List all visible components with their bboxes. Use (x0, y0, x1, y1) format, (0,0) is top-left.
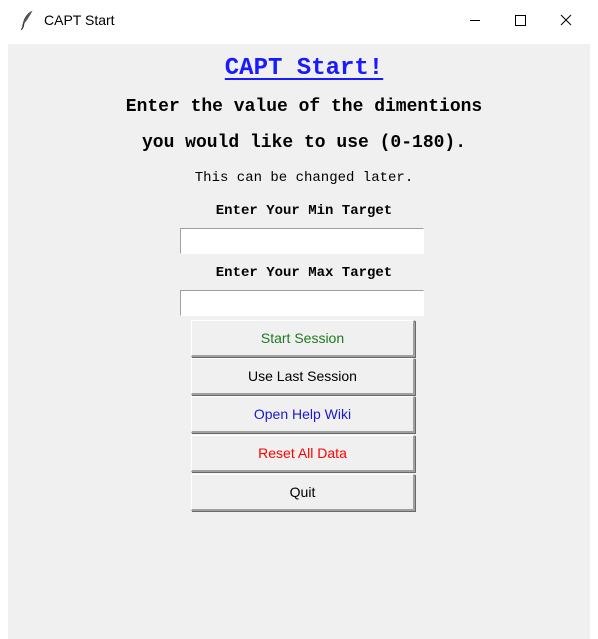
close-button[interactable] (543, 0, 589, 40)
minimize-button[interactable] (452, 0, 498, 40)
title-bar[interactable]: CAPT Start (0, 0, 598, 44)
main-panel: CAPT Start! Enter the value of the dimen… (8, 44, 590, 639)
maximize-button[interactable] (497, 0, 543, 40)
page-title: CAPT Start! (224, 55, 384, 82)
min-target-label: Enter Your Min Target (215, 203, 393, 219)
close-icon (560, 14, 572, 26)
max-target-input[interactable] (180, 290, 424, 316)
minimize-icon (470, 20, 480, 21)
instruction-note: This can be changed later. (194, 170, 414, 186)
reset-all-data-button[interactable]: Reset All Data (191, 435, 415, 472)
app-window: CAPT Start CAPT Start! Enter the value o… (0, 0, 598, 639)
instruction-line-1: Enter the value of the dimentions (125, 97, 483, 117)
max-target-label: Enter Your Max Target (215, 265, 393, 281)
feather-icon (20, 10, 34, 31)
open-help-wiki-button[interactable]: Open Help Wiki (191, 396, 415, 433)
window-title: CAPT Start (44, 12, 115, 28)
instruction-line-2: you would like to use (0-180). (141, 133, 467, 153)
min-target-input[interactable] (180, 228, 424, 254)
quit-button[interactable]: Quit (191, 474, 415, 511)
start-session-button[interactable]: Start Session (191, 320, 415, 357)
use-last-session-button[interactable]: Use Last Session (191, 358, 415, 395)
maximize-icon (515, 15, 526, 26)
